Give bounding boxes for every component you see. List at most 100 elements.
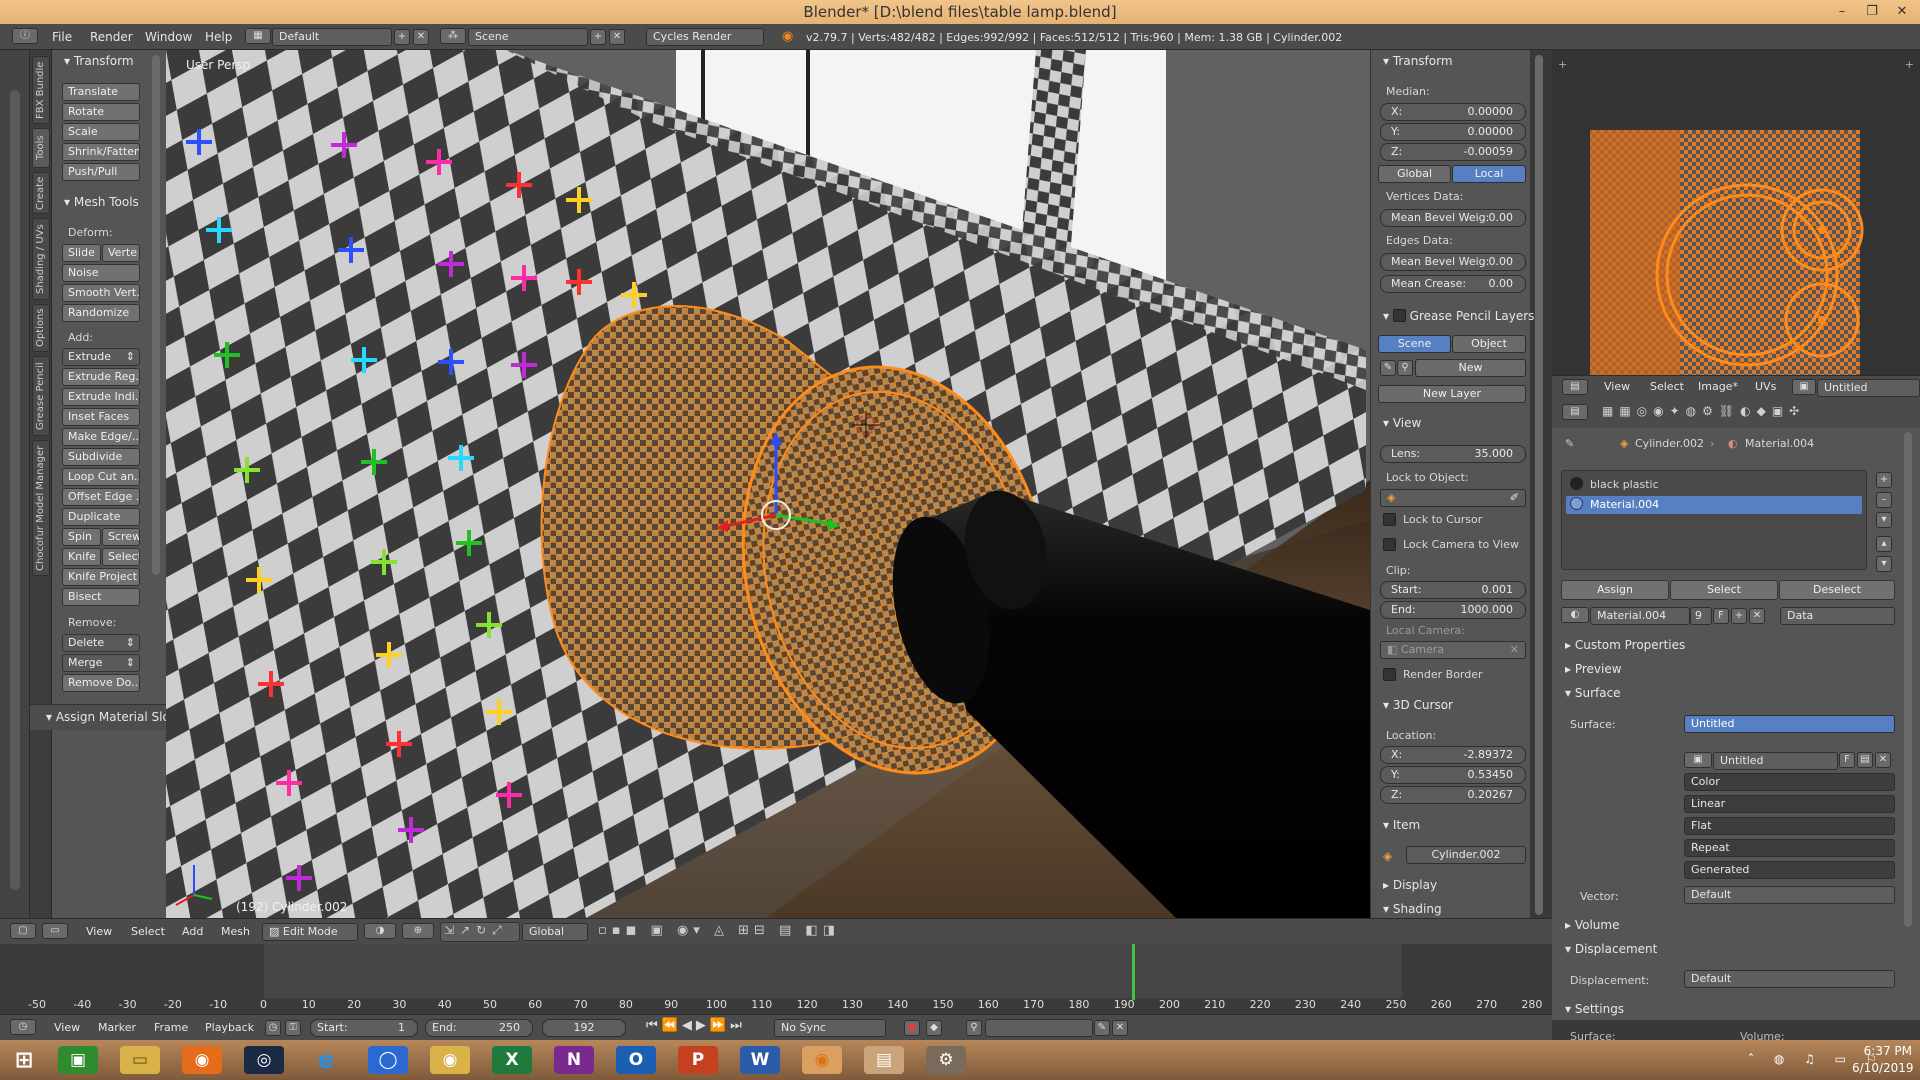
knife-button[interactable]: Knife	[62, 548, 101, 566]
orientation-dropdown[interactable]: Global	[522, 923, 588, 941]
cursor-x-field[interactable]: X: -2.89372	[1380, 746, 1526, 764]
subdivide-button[interactable]: Subdivide	[62, 448, 140, 466]
pivot-icon[interactable]: ⊕	[402, 923, 434, 939]
menu-window[interactable]: Window	[145, 30, 192, 44]
editor-type-icon[interactable]: ▤	[1562, 379, 1588, 395]
editor-tab-arrow-icon-right[interactable]: +	[1905, 58, 1914, 71]
mesh-menu[interactable]: Mesh	[221, 925, 250, 938]
insert-keyframe-icon[interactable]: ✎	[1094, 1020, 1110, 1036]
keyframe-link-icon[interactable]: ⚲	[966, 1020, 982, 1036]
firefox-icon[interactable]: ◉	[182, 1046, 222, 1074]
assign-material-header[interactable]: ▾ Assign Material Slo	[46, 710, 170, 724]
new-layer-button[interactable]: New Layer	[1378, 385, 1526, 403]
view-header[interactable]: ▾ View	[1383, 416, 1421, 430]
gp-object-toggle[interactable]: Object	[1452, 335, 1526, 353]
editor-type-icon[interactable]: ⓘ	[12, 28, 38, 44]
display-header[interactable]: ▸ Display	[1383, 878, 1437, 892]
tab-tools[interactable]: Tools	[32, 128, 50, 168]
gp-new-button[interactable]: New	[1415, 359, 1526, 377]
shrink-fatten-button[interactable]: Shrink/Fatten	[62, 143, 140, 161]
scene-remove-icon[interactable]: ✕	[609, 29, 625, 45]
playback-controls-icons[interactable]: ⏮⏪◀▶⏩⏭	[646, 1018, 746, 1033]
img-menu-image[interactable]: Image*	[1698, 380, 1738, 393]
loop-cut-button[interactable]: Loop Cut an..	[62, 468, 140, 486]
viewport-shading-icon[interactable]: ◑	[364, 923, 396, 939]
select-mode-icons[interactable]: ▫▪◼ ▣ ◉▾ ◬ ⊞⊟ ▤ ◧◨	[598, 923, 840, 938]
spin-button[interactable]: Spin	[62, 528, 101, 546]
local-toggle[interactable]: Local	[1452, 165, 1526, 183]
word-icon[interactable]: W	[740, 1046, 780, 1074]
global-toggle[interactable]: Global	[1378, 165, 1451, 183]
material-slot-active[interactable]: Material.004	[1566, 496, 1862, 514]
unlink-texture-icon[interactable]: ✕	[1875, 752, 1891, 768]
interpolation-dropdown[interactable]: Linear	[1684, 795, 1895, 813]
windows-start-icon[interactable]: ⊞	[4, 1046, 44, 1074]
median-x-field[interactable]: X: 0.00000	[1380, 103, 1526, 121]
rotate-button[interactable]: Rotate	[62, 103, 140, 121]
settings-gear-icon[interactable]: ⚙	[926, 1046, 966, 1074]
scene-add-icon[interactable]: +	[590, 29, 606, 45]
tab-options[interactable]: Options	[32, 304, 50, 352]
randomize-button[interactable]: Randomize	[62, 304, 140, 322]
gp-scene-toggle[interactable]: Scene	[1378, 335, 1451, 353]
surface-header[interactable]: ▾ Surface	[1565, 686, 1621, 700]
editor-type-icon[interactable]: ▤	[1562, 404, 1588, 420]
3d-cursor-header[interactable]: ▾ 3D Cursor	[1383, 698, 1453, 712]
view-menu[interactable]: View	[86, 925, 112, 938]
tab-chocofur[interactable]: Chocofur Model Manager	[32, 440, 50, 576]
close-button[interactable]: ✕	[1888, 0, 1916, 24]
n-transform-header[interactable]: ▾ Transform	[1383, 54, 1453, 68]
projection-dropdown[interactable]: Flat	[1684, 817, 1895, 835]
move-down-icon[interactable]: ▾	[1876, 556, 1892, 572]
add-menu[interactable]: Add	[182, 925, 203, 938]
volume-header[interactable]: ▸ Volume	[1565, 918, 1619, 932]
pencil-icon[interactable]: ✎	[1380, 360, 1396, 376]
color-space-dropdown[interactable]: Color	[1684, 773, 1895, 791]
window-switcher-icon[interactable]: ▤	[864, 1046, 904, 1074]
tl-marker-menu[interactable]: Marker	[98, 1021, 136, 1034]
vector-field[interactable]: Default	[1684, 886, 1895, 904]
img-menu-view[interactable]: View	[1604, 380, 1630, 393]
source-dropdown[interactable]: Generated	[1684, 861, 1895, 879]
layout-remove-icon[interactable]: ✕	[413, 29, 429, 45]
edge-bevel-weight-field[interactable]: Mean Bevel Weig: 0.00	[1380, 253, 1526, 271]
steam-icon[interactable]: ◎	[244, 1046, 284, 1074]
img-menu-select[interactable]: Select	[1650, 380, 1684, 393]
n-panel-scrollbar[interactable]	[1535, 55, 1543, 915]
shading-header[interactable]: ▾ Shading	[1383, 902, 1442, 916]
custom-properties-header[interactable]: ▸ Custom Properties	[1565, 638, 1685, 652]
layout-add-icon[interactable]: +	[394, 29, 410, 45]
end-frame-field[interactable]: End: 250	[425, 1019, 533, 1037]
make-edge-face-button[interactable]: Make Edge/..	[62, 428, 140, 446]
range-icon[interactable]: ◷	[265, 1020, 281, 1036]
current-frame-line[interactable]	[1132, 944, 1136, 1000]
deselect-button[interactable]: Deselect	[1779, 580, 1895, 600]
noise-button[interactable]: Noise	[62, 264, 140, 282]
lock-icon[interactable]: ⚿	[285, 1020, 301, 1036]
image-browse-icon[interactable]: ▣	[1792, 379, 1816, 395]
clip-end-field[interactable]: End: 1000.000	[1380, 601, 1526, 619]
lock-cursor-checkbox[interactable]	[1383, 513, 1396, 526]
median-y-field[interactable]: Y: 0.00000	[1380, 123, 1526, 141]
bisect-button[interactable]: Bisect	[62, 588, 140, 606]
tl-view-menu[interactable]: View	[54, 1021, 80, 1034]
clear-icon[interactable]: ✕	[1510, 643, 1519, 657]
current-frame-field[interactable]: 192	[542, 1019, 626, 1037]
median-z-field[interactable]: Z: -0.00059	[1380, 143, 1526, 161]
smooth-vertex-button[interactable]: Smooth Vert.	[62, 284, 140, 302]
menu-help[interactable]: Help	[205, 30, 232, 44]
push-pull-button[interactable]: Push/Pull	[62, 163, 140, 181]
maximize-button[interactable]: ❐	[1858, 0, 1886, 24]
select-button[interactable]: Select	[1670, 580, 1778, 600]
menu-render[interactable]: Render	[90, 30, 133, 44]
transform-panel-header[interactable]: ▾ Transform	[64, 54, 134, 68]
remove-slot-icon[interactable]: –	[1876, 492, 1892, 508]
cursor-y-field[interactable]: Y: 0.53450	[1380, 766, 1526, 784]
item-header[interactable]: ▾ Item	[1383, 818, 1420, 832]
move-up-icon[interactable]: ▴	[1876, 536, 1892, 552]
context-tab-icons[interactable]: ▦▦◎◉✦◍⚙⛓◐◆▣✣	[1602, 404, 1805, 418]
fake-user-button[interactable]: F	[1713, 608, 1729, 624]
eyedropper-icon[interactable]: ✐	[1510, 491, 1519, 505]
slot-menu-icon[interactable]: ▾	[1876, 512, 1892, 528]
uv-image-editor[interactable]: + +	[1552, 50, 1920, 375]
